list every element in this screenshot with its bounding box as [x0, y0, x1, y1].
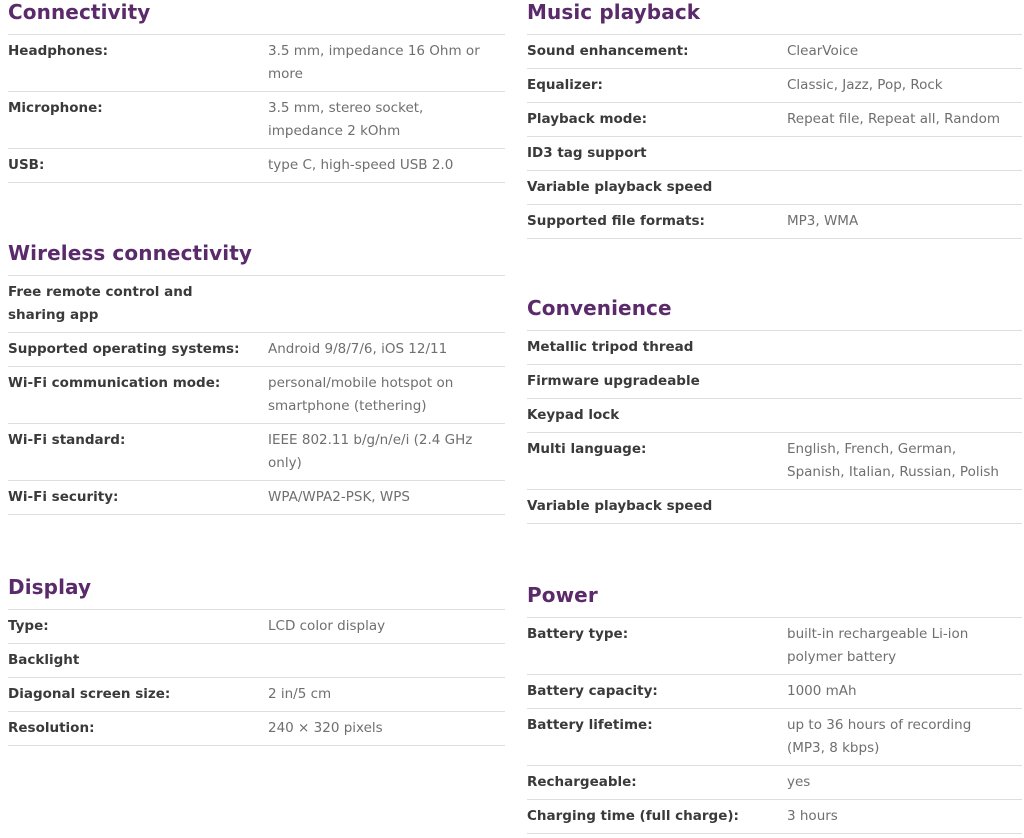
spec-label: Keypad lock — [527, 407, 620, 423]
spec-label: Battery type: — [527, 626, 629, 642]
section-title: Wireless connectivity — [8, 241, 505, 276]
spec-row: Multi language: English, French, German,… — [527, 433, 1022, 490]
display-section: Display Type: LCD color display Backligh… — [8, 575, 505, 746]
spec-value — [777, 331, 1022, 364]
spec-value — [777, 490, 1022, 523]
spec-value: 3.5 mm, stereo socket, impedance 2 kOhm — [268, 100, 424, 139]
spec-label: Wi-Fi security: — [8, 489, 119, 505]
spec-label: USB: — [8, 157, 45, 173]
spec-label: Wi-Fi standard: — [8, 432, 126, 448]
spec-label: Supported operating systems: — [8, 341, 240, 357]
spec-value — [258, 644, 505, 677]
spec-row: Equalizer: Classic, Jazz, Pop, Rock — [527, 69, 1022, 103]
spec-row: Resolution: 240 × 320 pixels — [8, 712, 505, 746]
music-playback-section: Music playback Sound enhancement: ClearV… — [527, 0, 1022, 239]
spec-row: USB: type C, high-speed USB 2.0 — [8, 149, 505, 183]
spec-row: Headphones: 3.5 mm, impedance 16 Ohm or … — [8, 35, 505, 92]
spec-label: Backlight — [8, 652, 80, 668]
spec-row: Free remote control and sharing app — [8, 276, 505, 333]
section-title: Connectivity — [8, 0, 505, 35]
spec-value — [777, 137, 1022, 170]
spec-label: Battery lifetime: — [527, 717, 653, 733]
spec-row: Wi-Fi security: WPA/WPA2-PSK, WPS — [8, 481, 505, 515]
spec-label: Type: — [8, 618, 49, 634]
spec-row: Keypad lock — [527, 399, 1022, 433]
spec-label: Variable playback speed — [527, 179, 713, 195]
spec-row: Wi-Fi standard: IEEE 802.11 b/g/n/e/i (2… — [8, 424, 505, 481]
spec-value — [777, 399, 1022, 432]
spec-value: IEEE 802.11 b/g/n/e/i (2.4 GHz only) — [268, 432, 473, 471]
spec-row: Variable playback speed — [527, 490, 1022, 524]
spec-row: Supported file formats: MP3, WMA — [527, 205, 1022, 239]
spec-label: Headphones: — [8, 43, 108, 59]
spec-label: Battery capacity: — [527, 683, 658, 699]
spec-value: type C, high-speed USB 2.0 — [268, 157, 454, 173]
spec-value: 240 × 320 pixels — [268, 720, 383, 736]
spec-label: Wi-Fi communication mode: — [8, 375, 221, 391]
spec-value: English, French, German, Spanish, Italia… — [787, 441, 999, 480]
spec-row: Backlight — [8, 644, 505, 678]
spec-value: WPA/WPA2-PSK, WPS — [268, 489, 410, 505]
spec-label: Metallic tripod thread — [527, 339, 694, 355]
wireless-connectivity-section: Wireless connectivity Free remote contro… — [8, 241, 505, 515]
spec-value: 3.5 mm, impedance 16 Ohm or more — [268, 43, 480, 82]
spec-value: LCD color display — [268, 618, 386, 634]
spec-row: Battery capacity: 1000 mAh — [527, 675, 1022, 709]
spec-value: built-in rechargeable Li-ion polymer bat… — [787, 626, 969, 665]
spec-value: 3 hours — [787, 808, 838, 824]
connectivity-section: Connectivity Headphones: 3.5 mm, impedan… — [8, 0, 505, 183]
spec-label: Sound enhancement: — [527, 43, 689, 59]
spec-value: up to 36 hours of recording (MP3, 8 kbps… — [787, 717, 972, 756]
spec-value: yes — [787, 774, 811, 790]
spec-value — [777, 365, 1022, 398]
spec-row: Sound enhancement: ClearVoice — [527, 35, 1022, 69]
spec-label: ID3 tag support — [527, 145, 647, 161]
spec-value: 2 in/5 cm — [268, 686, 332, 702]
spec-label: Variable playback speed — [527, 498, 713, 514]
spec-value: MP3, WMA — [787, 213, 859, 229]
spec-row: Playback mode: Repeat file, Repeat all, … — [527, 103, 1022, 137]
spec-value: personal/mobile hotspot on smartphone (t… — [268, 375, 454, 414]
spec-value: ClearVoice — [787, 43, 859, 59]
spec-row: Microphone: 3.5 mm, stereo socket, imped… — [8, 92, 505, 149]
section-title: Convenience — [527, 296, 1022, 331]
spec-row: Wi-Fi communication mode: personal/mobil… — [8, 367, 505, 424]
section-title: Power — [527, 583, 1022, 618]
spec-label: Rechargeable: — [527, 774, 637, 790]
spec-label: Playback mode: — [527, 111, 648, 127]
spec-row: Supported operating systems: Android 9/8… — [8, 333, 505, 367]
section-title: Display — [8, 575, 505, 610]
convenience-section: Convenience Metallic tripod thread Firmw… — [527, 296, 1022, 524]
spec-label: Multi language: — [527, 441, 647, 457]
spec-value: Classic, Jazz, Pop, Rock — [787, 77, 943, 93]
power-section: Power Battery type: built-in rechargeabl… — [527, 583, 1022, 834]
spec-row: Type: LCD color display — [8, 610, 505, 644]
spec-row: Rechargeable: yes — [527, 766, 1022, 800]
spec-value — [777, 171, 1022, 204]
section-title: Music playback — [527, 0, 1022, 35]
spec-label: Diagonal screen size: — [8, 686, 171, 702]
spec-row: Variable playback speed — [527, 171, 1022, 205]
spec-row: Firmware upgradeable — [527, 365, 1022, 399]
spec-value — [258, 276, 505, 332]
spec-value: 1000 mAh — [787, 683, 857, 699]
spec-value: Repeat file, Repeat all, Random — [787, 111, 1001, 127]
spec-label: Resolution: — [8, 720, 95, 736]
spec-row: Battery type: built-in rechargeable Li-i… — [527, 618, 1022, 675]
spec-row: Metallic tripod thread — [527, 331, 1022, 365]
spec-row: Diagonal screen size: 2 in/5 cm — [8, 678, 505, 712]
spec-label: Supported file formats: — [527, 213, 705, 229]
spec-row: ID3 tag support — [527, 137, 1022, 171]
spec-label: Free remote control and sharing app — [8, 284, 193, 323]
spec-label: Charging time (full charge): — [527, 808, 739, 824]
spec-label: Microphone: — [8, 100, 103, 116]
spec-row: Battery lifetime: up to 36 hours of reco… — [527, 709, 1022, 766]
spec-label: Firmware upgradeable — [527, 373, 700, 389]
spec-value: Android 9/8/7/6, iOS 12/11 — [268, 341, 448, 357]
spec-label: Equalizer: — [527, 77, 603, 93]
spec-row: Charging time (full charge): 3 hours — [527, 800, 1022, 834]
